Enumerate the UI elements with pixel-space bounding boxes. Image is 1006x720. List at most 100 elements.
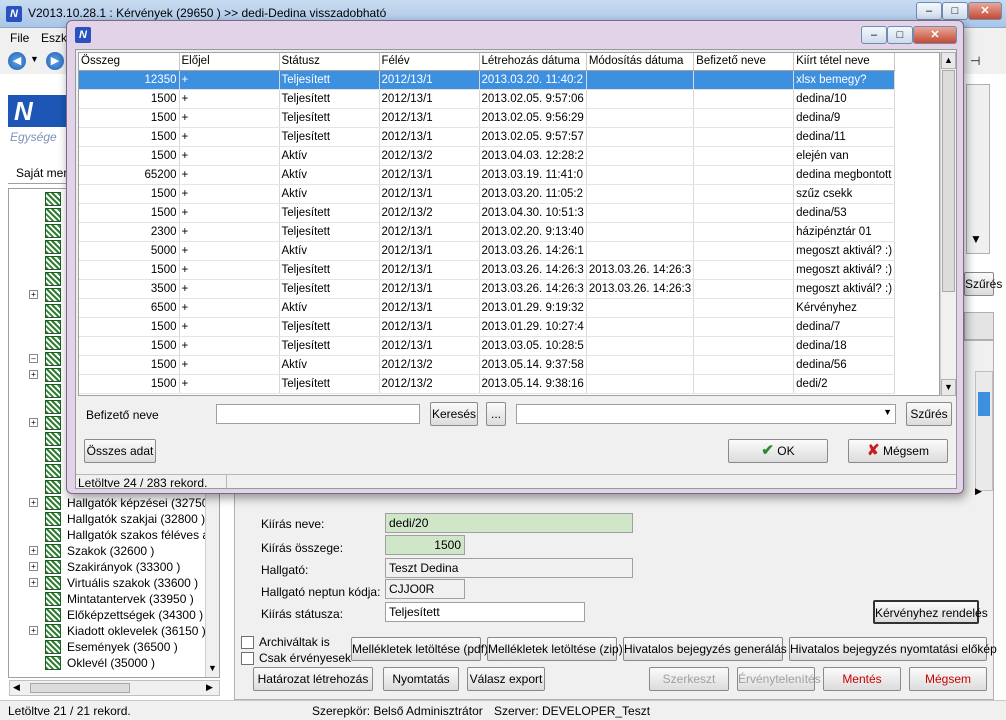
grid-cell[interactable]: + [179,165,280,185]
grid-cell[interactable]: megoszt aktivál? :) [793,260,896,280]
table-row[interactable]: 1500 + Teljesített 2012/13/1 2013.02.05. 9:5… [79,89,896,109]
grid-scroll-up-icon[interactable]: ▲ [941,52,956,69]
grid-column-header[interactable]: Félév [379,53,480,71]
grid-column-header[interactable]: Kiírt tétel neve [793,53,896,71]
grid-cell[interactable]: 2012/13/2 [379,355,480,375]
grid-cell[interactable] [693,184,795,204]
table-row[interactable]: 1500 + Teljesített 2012/13/1 2013.03.05. 10:… [79,336,896,356]
grid-cell[interactable] [693,317,795,337]
grid-cell[interactable] [693,89,795,109]
table-row[interactable]: 1500 + Teljesített 2012/13/1 2013.02.05. 9:5… [79,127,896,147]
grid-column-header[interactable]: Összeg [79,53,180,71]
grid-cell[interactable] [693,146,795,166]
grid-column-header[interactable]: Módosítás dátuma [586,53,695,71]
grid-cell[interactable]: Teljesített [279,317,380,337]
table-row[interactable]: 1500 + Teljesített 2012/13/2 2013.05.14. 9:3… [79,374,896,394]
grid-cell[interactable]: 2012/13/1 [379,108,480,128]
valasz-export-button[interactable]: Válasz export [467,667,545,691]
grid-cell[interactable]: elején van [793,146,896,166]
grid-cell[interactable] [586,184,695,204]
grid-cell[interactable]: 2012/13/1 [379,89,480,109]
dialog-cancel-button[interactable]: ✘ Mégsem [848,439,948,463]
dialog-filter-button[interactable]: Szűrés [906,402,952,426]
grid-cell[interactable]: 3500 [79,279,180,299]
grid-cell[interactable] [586,89,695,109]
grid-cell[interactable]: 2013.03.26. 14:26:3 [586,279,695,299]
grid-cell[interactable]: Teljesített [279,260,380,280]
grid-column-header[interactable]: Előjel [179,53,280,71]
grid-cell[interactable]: Teljesített [279,70,380,90]
grid-cell[interactable]: 2012/13/1 [379,70,480,90]
megsem-button[interactable]: Mégsem [909,667,987,691]
grid-cell[interactable]: dedina/18 [793,336,896,356]
grid-cell[interactable]: 1500 [79,127,180,147]
back-icon[interactable]: ◀ [8,52,26,70]
grid-cell[interactable]: 1500 [79,317,180,337]
grid-cell[interactable]: 2013.03.20. 11:05:2 [479,184,587,204]
grid-cell[interactable] [586,336,695,356]
ellipsis-button[interactable]: ... [486,402,506,426]
grid-cell[interactable]: 1500 [79,260,180,280]
csak-ervenyesek-checkbox[interactable] [241,652,254,665]
grid-scrollbar[interactable]: ▲ ▼ [940,52,956,396]
grid-cell[interactable]: 2013.02.05. 9:56:29 [479,108,587,128]
detail-scrollbar[interactable] [975,371,993,491]
grid-cell[interactable] [693,355,795,375]
dialog-maximize-button[interactable]: □ [887,26,913,44]
grid-cell[interactable] [586,374,695,394]
tree-item[interactable]: + Virtuális szakok (33600 ) [9,575,219,591]
menu-file[interactable]: File [10,31,29,45]
kiiras-osszege-field[interactable]: 1500 [385,535,465,555]
grid-cell[interactable]: Teljesített [279,336,380,356]
grid-cell[interactable]: megoszt aktivál? :) [793,279,896,299]
grid-cell[interactable]: + [179,70,280,90]
grid-cell[interactable] [586,70,695,90]
detail-scroll-thumb[interactable] [978,392,990,416]
table-row[interactable]: 12350 + Teljesített 2012/13/1 2013.03.20. 11… [79,70,896,90]
grid-cell[interactable]: 2013.03.05. 10:28:5 [479,336,587,356]
grid-cell[interactable]: Aktív [279,355,380,375]
ok-button[interactable]: ✔ OK [728,439,828,463]
grid-cell[interactable]: 2013.04.30. 10:51:3 [479,203,587,223]
grid-cell[interactable]: 2013.03.26. 14:26:3 [479,279,587,299]
close-button[interactable]: ✕ [968,2,1002,20]
grid-cell[interactable] [586,222,695,242]
grid-cell[interactable]: + [179,108,280,128]
grid-cell[interactable]: dedina megbontott [793,165,896,185]
minimize-button[interactable]: – [916,2,942,20]
grid-scroll-thumb[interactable] [942,70,955,292]
nyomtatas-button[interactable]: Nyomtatás [383,667,459,691]
grid-cell[interactable]: 1500 [79,146,180,166]
archivaltak-checkbox[interactable] [241,636,254,649]
grid-cell[interactable]: 2012/13/1 [379,241,480,261]
kervenyhez-rendeles-button[interactable]: Kérvényhez rendelés [873,600,988,624]
grid-cell[interactable] [693,222,795,242]
table-row[interactable]: 1500 + Teljesített 2012/13/1 2013.03.26. 14:… [79,260,896,280]
dialog-close-button[interactable]: ✕ [913,26,957,44]
hivatalos-bejegyzes-elokep-button[interactable]: Hivatalos bejegyzés nyomtatási előkép [789,637,997,661]
grid-column-header[interactable]: Státusz [279,53,380,71]
forward-icon[interactable]: ▶ [46,52,64,70]
grid-cell[interactable]: Aktív [279,241,380,261]
grid-cell[interactable] [586,317,695,337]
grid-cell[interactable]: + [179,241,280,261]
tree-item[interactable]: Események (36500 ) [9,639,219,655]
grid-cell[interactable]: 2012/13/2 [379,203,480,223]
grid-cell[interactable]: 65200 [79,165,180,185]
osszes-adat-button[interactable]: Összes adat [84,439,156,463]
grid-cell[interactable]: dedina/56 [793,355,896,375]
table-row[interactable]: 1500 + Aktív 2012/13/2 2013.05.14. 9:37:58 de… [79,355,896,375]
grid-cell[interactable] [693,374,795,394]
table-row[interactable]: 1500 + Teljesített 2012/13/1 2013.01.29. 10:… [79,317,896,337]
grid-cell[interactable]: 2013.02.05. 9:57:06 [479,89,587,109]
tree-expander-icon[interactable]: + [29,290,38,299]
grid-cell[interactable]: dedina/9 [793,108,896,128]
grid-cell[interactable] [693,108,795,128]
grid-cell[interactable]: Aktív [279,184,380,204]
grid-cell[interactable]: 2012/13/1 [379,184,480,204]
tree-item[interactable]: Oklevél (35000 ) [9,655,219,671]
grid-cell[interactable]: 2013.01.29. 9:19:32 [479,298,587,318]
tree-expander-icon[interactable]: + [29,546,38,555]
grid-cell[interactable]: 2012/13/2 [379,374,480,394]
grid-cell[interactable]: + [179,184,280,204]
